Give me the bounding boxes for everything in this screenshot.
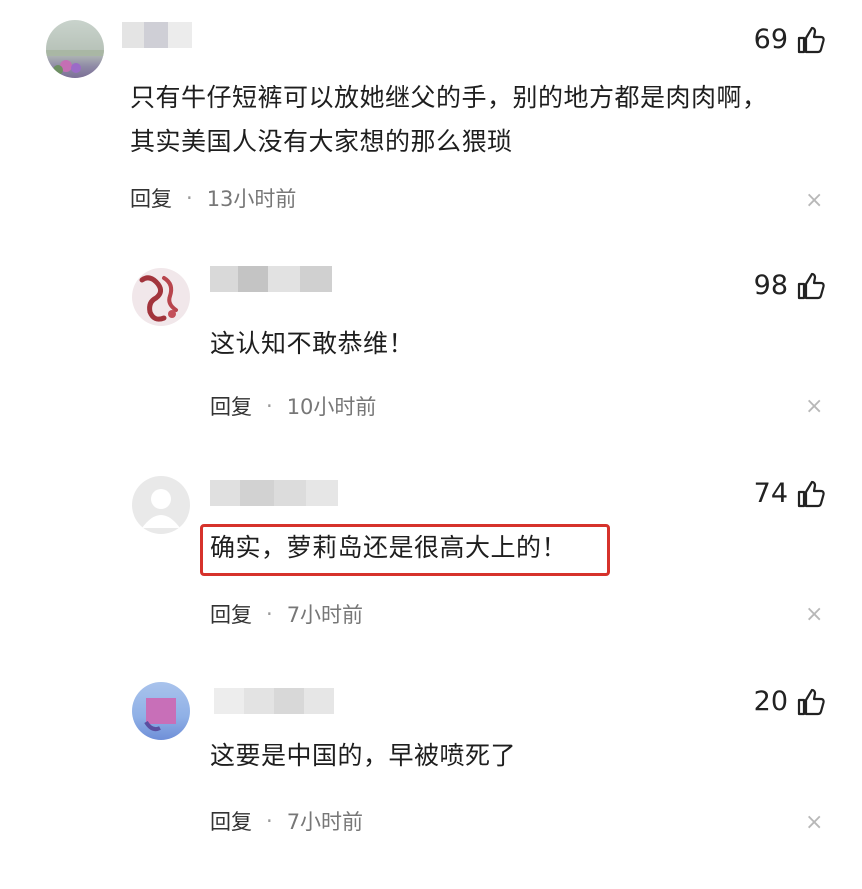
- reply-button[interactable]: 回复: [130, 183, 172, 213]
- separator-dot: ·: [266, 809, 273, 833]
- avatar-image-icon: [139, 275, 178, 322]
- comment-text: 这要是中国的，早被喷死了: [210, 734, 516, 778]
- comment-3: 74 确实，萝莉岛还是很高大上的！ 回复 · 7小时前 ×: [0, 440, 862, 650]
- close-icon[interactable]: ×: [805, 812, 823, 834]
- like-count-value: 69: [753, 24, 788, 55]
- comment-4: 20 这要是中国的，早被喷死了 回复 · 7小时前 ×: [0, 650, 862, 889]
- thumbs-up-icon[interactable]: [796, 479, 826, 509]
- comment-meta: 回复 · 10小时前: [210, 391, 376, 421]
- reply-button[interactable]: 回复: [210, 806, 252, 836]
- close-icon[interactable]: ×: [805, 604, 823, 626]
- timestamp: 7小时前: [286, 603, 364, 627]
- like-count-value: 20: [753, 686, 788, 717]
- thumbs-up-icon[interactable]: [796, 25, 826, 55]
- comment-text-line: 其实美国人没有大家想的那么猥琐: [130, 127, 513, 156]
- timestamp: 7小时前: [286, 810, 364, 834]
- username-blurred[interactable]: [210, 266, 332, 292]
- like-count[interactable]: 98: [754, 270, 826, 301]
- like-count-value: 98: [753, 270, 788, 301]
- user-avatar[interactable]: [132, 268, 190, 326]
- timestamp: 13小时前: [206, 187, 297, 211]
- comment-meta: 回复 · 7小时前: [210, 806, 363, 836]
- like-count[interactable]: 69: [754, 24, 826, 55]
- comment-text: 只有牛仔短裤可以放她继父的手，别的地方都是肉肉啊， 其实美国人没有大家想的那么猥…: [130, 76, 768, 164]
- user-avatar[interactable]: [46, 20, 104, 78]
- comment-1: 69 只有牛仔短裤可以放她继父的手，别的地方都是肉肉啊， 其实美国人没有大家想的…: [0, 0, 862, 230]
- thumbs-up-icon[interactable]: [796, 687, 826, 717]
- reply-button[interactable]: 回复: [210, 599, 252, 629]
- like-count[interactable]: 20: [754, 686, 826, 717]
- close-icon[interactable]: ×: [805, 396, 823, 418]
- like-count[interactable]: 74: [754, 478, 826, 509]
- comment-text: 这认知不敢恭维！: [210, 322, 414, 366]
- avatar-image-icon: [46, 50, 104, 75]
- username-blurred[interactable]: [210, 480, 338, 506]
- timestamp: 10小时前: [286, 395, 377, 419]
- username-blurred[interactable]: [214, 688, 334, 714]
- comment-text-line: 这认知不敢恭维！: [210, 329, 415, 358]
- default-user-icon: [142, 489, 180, 528]
- avatar-image-icon: [144, 698, 176, 732]
- reply-button[interactable]: 回复: [210, 391, 252, 421]
- comment-meta: 回复 · 7小时前: [210, 599, 363, 629]
- separator-dot: ·: [266, 394, 273, 418]
- user-avatar[interactable]: [132, 476, 190, 534]
- like-count-value: 74: [753, 478, 788, 509]
- user-avatar[interactable]: [132, 682, 190, 740]
- comment-2: 98 这认知不敢恭维！ 回复 · 10小时前 ×: [0, 230, 862, 440]
- close-icon[interactable]: ×: [805, 190, 823, 212]
- separator-dot: ·: [186, 186, 193, 210]
- separator-dot: ·: [266, 602, 273, 626]
- thumbs-up-icon[interactable]: [796, 271, 826, 301]
- comment-text-line: 确实，萝莉岛还是很高大上的！: [210, 533, 568, 562]
- comment-text-line: 这要是中国的，早被喷死了: [210, 741, 517, 770]
- comment-text: 确实，萝莉岛还是很高大上的！: [210, 526, 567, 570]
- comment-meta: 回复 · 13小时前: [130, 183, 296, 213]
- username-blurred[interactable]: [122, 22, 192, 48]
- comment-text-line: 只有牛仔短裤可以放她继父的手，别的地方都是肉肉啊，: [130, 83, 768, 112]
